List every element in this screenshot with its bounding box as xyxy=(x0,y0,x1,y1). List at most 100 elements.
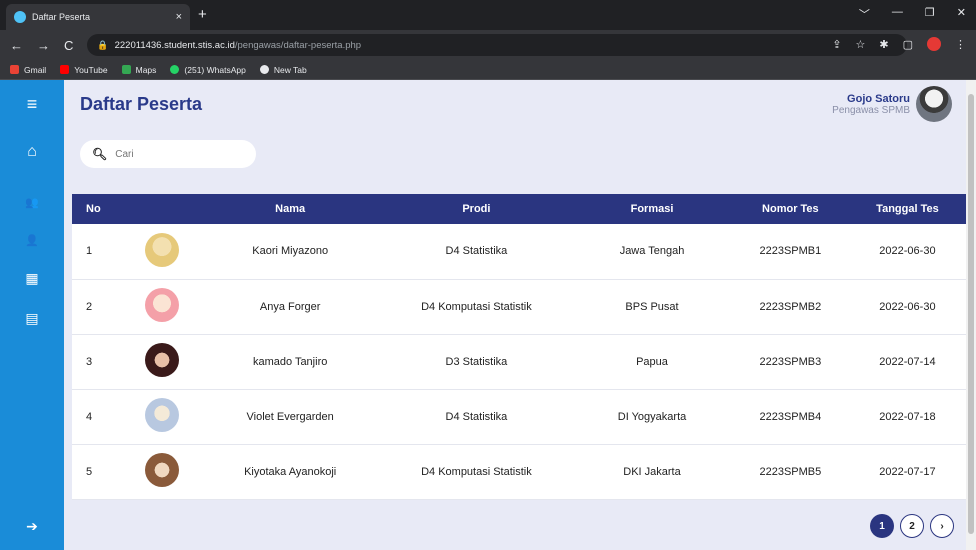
minimize-icon[interactable]: — xyxy=(892,6,903,22)
tab-close-icon[interactable]: × xyxy=(176,11,182,23)
column-header-nomor-tes[interactable]: Nomor Tes xyxy=(732,194,849,224)
maps-icon xyxy=(121,65,131,74)
browser-tab[interactable]: Daftar Peserta × xyxy=(6,4,190,30)
cell-nomor-tes: 2223SPMB2 xyxy=(731,279,849,335)
bookmark-label: (251) WhatsApp xyxy=(184,64,246,75)
youtube-icon xyxy=(60,65,70,74)
cell-no: 3 xyxy=(72,334,126,390)
cell-prodi: D3 Statistika xyxy=(380,334,573,390)
participant-avatar xyxy=(145,453,180,487)
bookmark-youtube[interactable]: YouTube xyxy=(60,65,108,75)
home-icon[interactable]: ⌂ xyxy=(0,140,64,164)
bookmark-label: Gmail xyxy=(24,64,47,75)
toolbar-icons: ⇪ ☆ ✱ ▢ ⋮ xyxy=(832,37,966,51)
pagination: 1 2 › xyxy=(870,514,954,538)
participant-avatar xyxy=(145,398,180,432)
participant-avatar xyxy=(145,343,180,377)
page-button-1[interactable]: 1 xyxy=(870,514,894,538)
url-field[interactable]: 🔒 222011436.student.stis.ac.id/pengawas/… xyxy=(87,34,908,56)
cell-tanggal-tes: 2022-07-17 xyxy=(848,444,966,500)
bookmark-gmail[interactable]: Gmail xyxy=(10,65,46,75)
cell-prodi: D4 Statistika xyxy=(380,389,573,445)
table-row[interactable]: 4 Violet Evergarden D4 Statistika DI Yog… xyxy=(72,389,966,445)
avatar[interactable] xyxy=(916,86,952,122)
user-icon[interactable]: 👤 xyxy=(0,228,64,252)
share-icon[interactable]: ⇪ xyxy=(832,38,841,51)
column-header-nama[interactable]: Nama xyxy=(200,194,381,224)
cell-photo xyxy=(125,279,200,335)
cell-prodi: D4 Komputasi Statistik xyxy=(380,444,573,500)
more-menu-icon[interactable]: ⋮ xyxy=(955,38,966,51)
cell-formasi: Jawa Tengah xyxy=(572,224,732,280)
document-icon[interactable]: ▤ xyxy=(0,306,64,330)
cell-nomor-tes: 2223SPMB4 xyxy=(731,389,849,445)
column-header-prodi[interactable]: Prodi xyxy=(381,194,573,224)
cell-nomor-tes: 2223SPMB1 xyxy=(731,224,849,280)
new-tab-icon[interactable]: + xyxy=(198,6,207,23)
cell-no: 1 xyxy=(72,224,126,280)
cell-tanggal-tes: 2022-07-18 xyxy=(848,389,966,445)
participant-avatar xyxy=(145,288,180,322)
extensions-icon[interactable]: ✱ xyxy=(879,38,888,51)
page-title: Daftar Peserta xyxy=(80,94,203,114)
table-row[interactable]: 3 kamado Tanjiro D3 Statistika Papua 222… xyxy=(72,334,966,390)
user-name: Gojo Satoru xyxy=(847,92,910,105)
back-icon[interactable]: ← xyxy=(10,38,23,53)
cell-tanggal-tes: 2022-07-14 xyxy=(848,334,966,390)
cell-nama: Kiyotaka Ayanokoji xyxy=(199,444,381,500)
cell-no: 4 xyxy=(72,389,126,445)
user-role: Pengawas SPMB xyxy=(832,104,910,116)
address-bar: ← → C 🔒 222011436.student.stis.ac.id/pen… xyxy=(0,30,976,60)
bookmark-newtab[interactable]: New Tab xyxy=(259,64,307,75)
cell-formasi: BPS Pusat xyxy=(572,279,732,335)
menu-icon[interactable]: ≡ xyxy=(0,92,64,116)
table-row[interactable]: 2 Anya Forger D4 Komputasi Statistik BPS… xyxy=(72,279,966,335)
cell-tanggal-tes: 2022-06-30 xyxy=(848,224,966,280)
cell-no: 2 xyxy=(72,279,126,335)
table-row[interactable]: 5 Kiyotaka Ayanokoji D4 Komputasi Statis… xyxy=(72,444,966,500)
cell-photo xyxy=(125,224,200,280)
lock-icon: 🔒 xyxy=(97,39,109,50)
column-header-formasi[interactable]: Formasi xyxy=(572,194,732,224)
star-icon[interactable]: ☆ xyxy=(856,38,866,51)
restore-icon[interactable]: ❐ xyxy=(925,6,935,22)
cell-formasi: DKI Jakarta xyxy=(572,444,732,500)
tab-title: Daftar Peserta xyxy=(32,12,91,22)
logout-icon[interactable]: ➔ xyxy=(0,514,64,538)
bookmark-label: New Tab xyxy=(273,64,307,75)
bookmarks-bar: Gmail YouTube Maps (251) WhatsApp New Ta… xyxy=(0,60,976,80)
table-row[interactable]: 1 Kaori Miyazono D4 Statistika Jawa Teng… xyxy=(72,224,966,280)
scrollbar-thumb[interactable] xyxy=(968,94,974,534)
cell-formasi: DI Yogyakarta xyxy=(572,389,732,445)
cell-nama: Anya Forger xyxy=(199,279,381,335)
forward-icon[interactable]: → xyxy=(37,38,50,53)
bookmark-whatsapp[interactable]: (251) WhatsApp xyxy=(170,64,246,75)
newtab-icon xyxy=(259,65,269,74)
cell-nama: Kaori Miyazono xyxy=(199,224,381,280)
search-input[interactable] xyxy=(115,148,236,160)
page-scrollbar[interactable] xyxy=(966,80,976,550)
sidepanel-icon[interactable]: ▢ xyxy=(903,38,913,51)
bookmark-maps[interactable]: Maps xyxy=(121,65,156,75)
search-icon: 🔍︎ xyxy=(92,147,108,161)
user-profile[interactable]: Gojo Satoru Pengawas SPMB xyxy=(832,86,952,122)
column-header-no[interactable]: No xyxy=(72,194,125,224)
column-header-tanggal-tes[interactable]: Tanggal Tes xyxy=(849,194,966,224)
next-page-icon[interactable]: › xyxy=(930,514,954,538)
cell-nama: kamado Tanjiro xyxy=(199,334,381,390)
table-header-row: No Nama Prodi Formasi Nomor Tes Tanggal … xyxy=(72,194,966,224)
cell-photo xyxy=(125,334,200,390)
users-icon[interactable]: 👥 xyxy=(0,190,64,214)
cell-tanggal-tes: 2022-06-30 xyxy=(848,279,966,335)
cell-nama: Violet Evergarden xyxy=(199,389,381,445)
tab-search-icon[interactable]: ﹀ xyxy=(859,6,870,22)
gmail-icon xyxy=(10,65,19,74)
close-window-icon[interactable]: ✕ xyxy=(957,6,966,22)
calendar-icon[interactable]: ▦ xyxy=(0,266,64,290)
page-button-2[interactable]: 2 xyxy=(900,514,924,538)
profile-avatar-icon[interactable] xyxy=(927,37,941,51)
cell-photo xyxy=(125,389,200,445)
cell-prodi: D4 Komputasi Statistik xyxy=(380,279,573,335)
reload-icon[interactable]: C xyxy=(64,38,73,53)
participant-avatar xyxy=(145,232,180,267)
